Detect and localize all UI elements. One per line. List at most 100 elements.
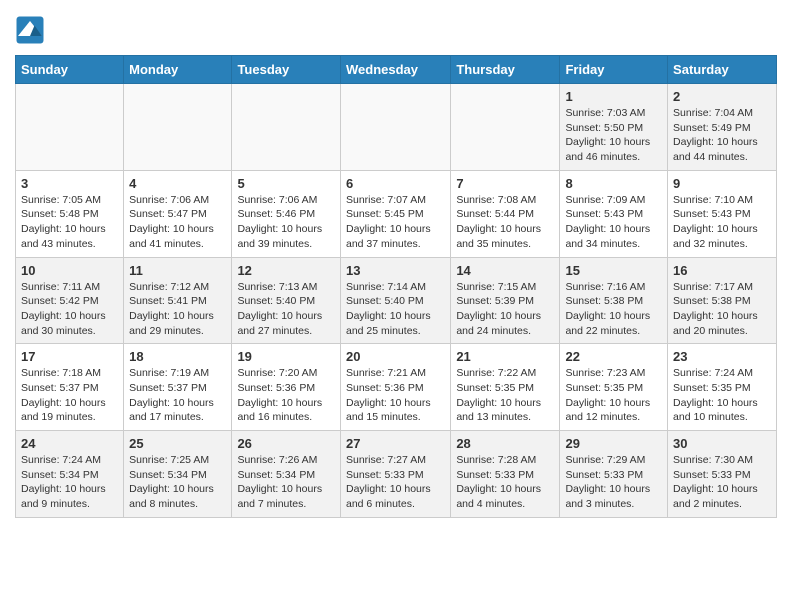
calendar-day-cell: 8 Sunrise: 7:09 AM Sunset: 5:43 PM Daylig… [560,170,668,257]
calendar-day-cell: 27 Sunrise: 7:27 AM Sunset: 5:33 PM Dayli… [340,431,450,518]
day-info: Sunrise: 7:09 AM Sunset: 5:43 PM Dayligh… [565,193,662,252]
day-number: 23 [673,349,771,364]
day-info: Sunrise: 7:12 AM Sunset: 5:41 PM Dayligh… [129,280,226,339]
weekday-header: Thursday [451,56,560,84]
day-info: Sunrise: 7:21 AM Sunset: 5:36 PM Dayligh… [346,366,445,425]
calendar-day-cell: 19 Sunrise: 7:20 AM Sunset: 5:36 PM Dayli… [232,344,341,431]
calendar-week-row: 24 Sunrise: 7:24 AM Sunset: 5:34 PM Dayli… [16,431,777,518]
weekday-header: Sunday [16,56,124,84]
day-number: 21 [456,349,554,364]
weekday-header: Tuesday [232,56,341,84]
day-number: 8 [565,176,662,191]
calendar-table: SundayMondayTuesdayWednesdayThursdayFrid… [15,55,777,518]
day-number: 17 [21,349,118,364]
calendar-day-cell [451,84,560,171]
day-number: 14 [456,263,554,278]
day-info: Sunrise: 7:30 AM Sunset: 5:33 PM Dayligh… [673,453,771,512]
logo [15,15,50,45]
day-number: 25 [129,436,226,451]
day-number: 11 [129,263,226,278]
calendar-day-cell: 22 Sunrise: 7:23 AM Sunset: 5:35 PM Dayli… [560,344,668,431]
calendar-day-cell: 3 Sunrise: 7:05 AM Sunset: 5:48 PM Daylig… [16,170,124,257]
day-number: 2 [673,89,771,104]
calendar-day-cell: 11 Sunrise: 7:12 AM Sunset: 5:41 PM Dayli… [124,257,232,344]
day-number: 1 [565,89,662,104]
calendar-day-cell: 14 Sunrise: 7:15 AM Sunset: 5:39 PM Dayli… [451,257,560,344]
day-info: Sunrise: 7:28 AM Sunset: 5:33 PM Dayligh… [456,453,554,512]
calendar-day-cell: 26 Sunrise: 7:26 AM Sunset: 5:34 PM Dayli… [232,431,341,518]
calendar-day-cell: 6 Sunrise: 7:07 AM Sunset: 5:45 PM Daylig… [340,170,450,257]
calendar-week-row: 1Sunrise: 7:03 AM Sunset: 5:50 PM Daylig… [16,84,777,171]
day-info: Sunrise: 7:07 AM Sunset: 5:45 PM Dayligh… [346,193,445,252]
calendar-day-cell: 30 Sunrise: 7:30 AM Sunset: 5:33 PM Dayli… [668,431,777,518]
day-number: 9 [673,176,771,191]
weekday-header: Saturday [668,56,777,84]
calendar-day-cell: 24 Sunrise: 7:24 AM Sunset: 5:34 PM Dayli… [16,431,124,518]
day-info: Sunrise: 7:24 AM Sunset: 5:34 PM Dayligh… [21,453,118,512]
day-number: 3 [21,176,118,191]
day-info: Sunrise: 7:27 AM Sunset: 5:33 PM Dayligh… [346,453,445,512]
calendar-day-cell: 7 Sunrise: 7:08 AM Sunset: 5:44 PM Daylig… [451,170,560,257]
calendar-day-cell: 9 Sunrise: 7:10 AM Sunset: 5:43 PM Daylig… [668,170,777,257]
day-number: 24 [21,436,118,451]
calendar-day-cell: 23 Sunrise: 7:24 AM Sunset: 5:35 PM Dayli… [668,344,777,431]
day-info: Sunrise: 7:04 AM Sunset: 5:49 PM Dayligh… [673,106,771,165]
day-number: 20 [346,349,445,364]
calendar-day-cell: 29 Sunrise: 7:29 AM Sunset: 5:33 PM Dayli… [560,431,668,518]
day-info: Sunrise: 7:19 AM Sunset: 5:37 PM Dayligh… [129,366,226,425]
calendar-week-row: 17 Sunrise: 7:18 AM Sunset: 5:37 PM Dayli… [16,344,777,431]
day-number: 19 [237,349,335,364]
calendar-day-cell: 4 Sunrise: 7:06 AM Sunset: 5:47 PM Daylig… [124,170,232,257]
calendar-day-cell: 16Sunrise: 7:17 AM Sunset: 5:38 PM Dayli… [668,257,777,344]
day-number: 10 [21,263,118,278]
calendar-day-cell: 25 Sunrise: 7:25 AM Sunset: 5:34 PM Dayli… [124,431,232,518]
calendar-day-cell: 1Sunrise: 7:03 AM Sunset: 5:50 PM Daylig… [560,84,668,171]
calendar-day-cell [232,84,341,171]
day-info: Sunrise: 7:10 AM Sunset: 5:43 PM Dayligh… [673,193,771,252]
day-number: 27 [346,436,445,451]
day-number: 15 [565,263,662,278]
day-number: 29 [565,436,662,451]
day-info: Sunrise: 7:26 AM Sunset: 5:34 PM Dayligh… [237,453,335,512]
day-number: 4 [129,176,226,191]
day-info: Sunrise: 7:20 AM Sunset: 5:36 PM Dayligh… [237,366,335,425]
calendar-day-cell: 5Sunrise: 7:06 AM Sunset: 5:46 PM Daylig… [232,170,341,257]
day-info: Sunrise: 7:08 AM Sunset: 5:44 PM Dayligh… [456,193,554,252]
calendar-day-cell [16,84,124,171]
day-info: Sunrise: 7:29 AM Sunset: 5:33 PM Dayligh… [565,453,662,512]
day-info: Sunrise: 7:23 AM Sunset: 5:35 PM Dayligh… [565,366,662,425]
day-info: Sunrise: 7:16 AM Sunset: 5:38 PM Dayligh… [565,280,662,339]
weekday-header: Friday [560,56,668,84]
day-info: Sunrise: 7:24 AM Sunset: 5:35 PM Dayligh… [673,366,771,425]
day-info: Sunrise: 7:25 AM Sunset: 5:34 PM Dayligh… [129,453,226,512]
day-number: 22 [565,349,662,364]
day-info: Sunrise: 7:11 AM Sunset: 5:42 PM Dayligh… [21,280,118,339]
day-number: 18 [129,349,226,364]
day-number: 6 [346,176,445,191]
day-number: 7 [456,176,554,191]
day-number: 30 [673,436,771,451]
day-number: 5 [237,176,335,191]
day-info: Sunrise: 7:06 AM Sunset: 5:47 PM Dayligh… [129,193,226,252]
calendar-day-cell [124,84,232,171]
calendar-day-cell: 2 Sunrise: 7:04 AM Sunset: 5:49 PM Daylig… [668,84,777,171]
calendar-day-cell: 17 Sunrise: 7:18 AM Sunset: 5:37 PM Dayli… [16,344,124,431]
calendar-day-cell: 20 Sunrise: 7:21 AM Sunset: 5:36 PM Dayli… [340,344,450,431]
day-info: Sunrise: 7:14 AM Sunset: 5:40 PM Dayligh… [346,280,445,339]
day-info: Sunrise: 7:13 AM Sunset: 5:40 PM Dayligh… [237,280,335,339]
day-info: Sunrise: 7:17 AM Sunset: 5:38 PM Dayligh… [673,280,771,339]
calendar-day-cell: 10 Sunrise: 7:11 AM Sunset: 5:42 PM Dayli… [16,257,124,344]
day-number: 26 [237,436,335,451]
day-info: Sunrise: 7:22 AM Sunset: 5:35 PM Dayligh… [456,366,554,425]
calendar-day-cell: 21 Sunrise: 7:22 AM Sunset: 5:35 PM Dayli… [451,344,560,431]
calendar-day-cell: 12 Sunrise: 7:13 AM Sunset: 5:40 PM Dayli… [232,257,341,344]
day-info: Sunrise: 7:15 AM Sunset: 5:39 PM Dayligh… [456,280,554,339]
weekday-header: Wednesday [340,56,450,84]
day-info: Sunrise: 7:05 AM Sunset: 5:48 PM Dayligh… [21,193,118,252]
day-number: 28 [456,436,554,451]
day-info: Sunrise: 7:18 AM Sunset: 5:37 PM Dayligh… [21,366,118,425]
day-number: 12 [237,263,335,278]
logo-icon [15,15,45,45]
page-header [15,15,777,45]
calendar-day-cell: 28 Sunrise: 7:28 AM Sunset: 5:33 PM Dayli… [451,431,560,518]
